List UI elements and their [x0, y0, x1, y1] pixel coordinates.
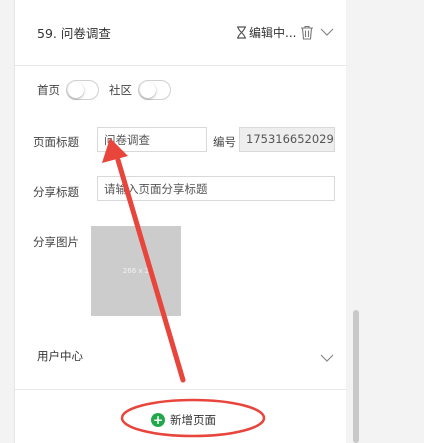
chevron-down-icon[interactable]	[320, 28, 334, 37]
share-image-label: 分享图片	[33, 235, 79, 249]
id-label: 编号	[213, 135, 236, 149]
share-image-placeholder[interactable]: 266 x 2	[91, 226, 181, 316]
page-editor-panel: 59. 问卷调查 编辑中... 首页 社区 页面标题 问卷调查 编号 17531…	[14, 0, 359, 443]
toggle-knob	[140, 82, 156, 98]
trash-icon[interactable]	[300, 25, 314, 40]
share-title-input[interactable]: 请输入页面分享标题	[97, 176, 335, 201]
share-title-label: 分享标题	[33, 185, 79, 199]
user-center-label: 用户中心	[37, 349, 83, 363]
scrollbar[interactable]	[353, 310, 359, 443]
add-page-label: 新增页面	[170, 413, 216, 427]
home-toggle[interactable]	[66, 80, 99, 100]
community-label: 社区	[109, 83, 132, 97]
page-title: 59. 问卷调查	[37, 26, 111, 41]
page-title-label: 页面标题	[33, 135, 79, 149]
nav-toggles: 首页 社区	[37, 80, 181, 100]
image-size-text: 266 x 2	[122, 267, 150, 275]
plus-circle-icon: +	[151, 413, 165, 427]
toggle-knob	[68, 82, 84, 98]
home-label: 首页	[37, 83, 60, 97]
chevron-down-icon[interactable]	[320, 354, 334, 363]
hourglass-icon	[237, 26, 246, 39]
user-center-section[interactable]: 用户中心	[15, 330, 347, 390]
page-header[interactable]: 59. 问卷调查 编辑中...	[15, 0, 347, 66]
id-input[interactable]: 1753166520292	[239, 127, 335, 152]
edit-status: 编辑中...	[236, 24, 296, 41]
page-title-input[interactable]: 问卷调查	[97, 127, 207, 152]
add-page-button[interactable]: + 新增页面	[151, 412, 216, 428]
status-text: 编辑中...	[249, 26, 297, 40]
community-toggle[interactable]	[138, 80, 171, 100]
